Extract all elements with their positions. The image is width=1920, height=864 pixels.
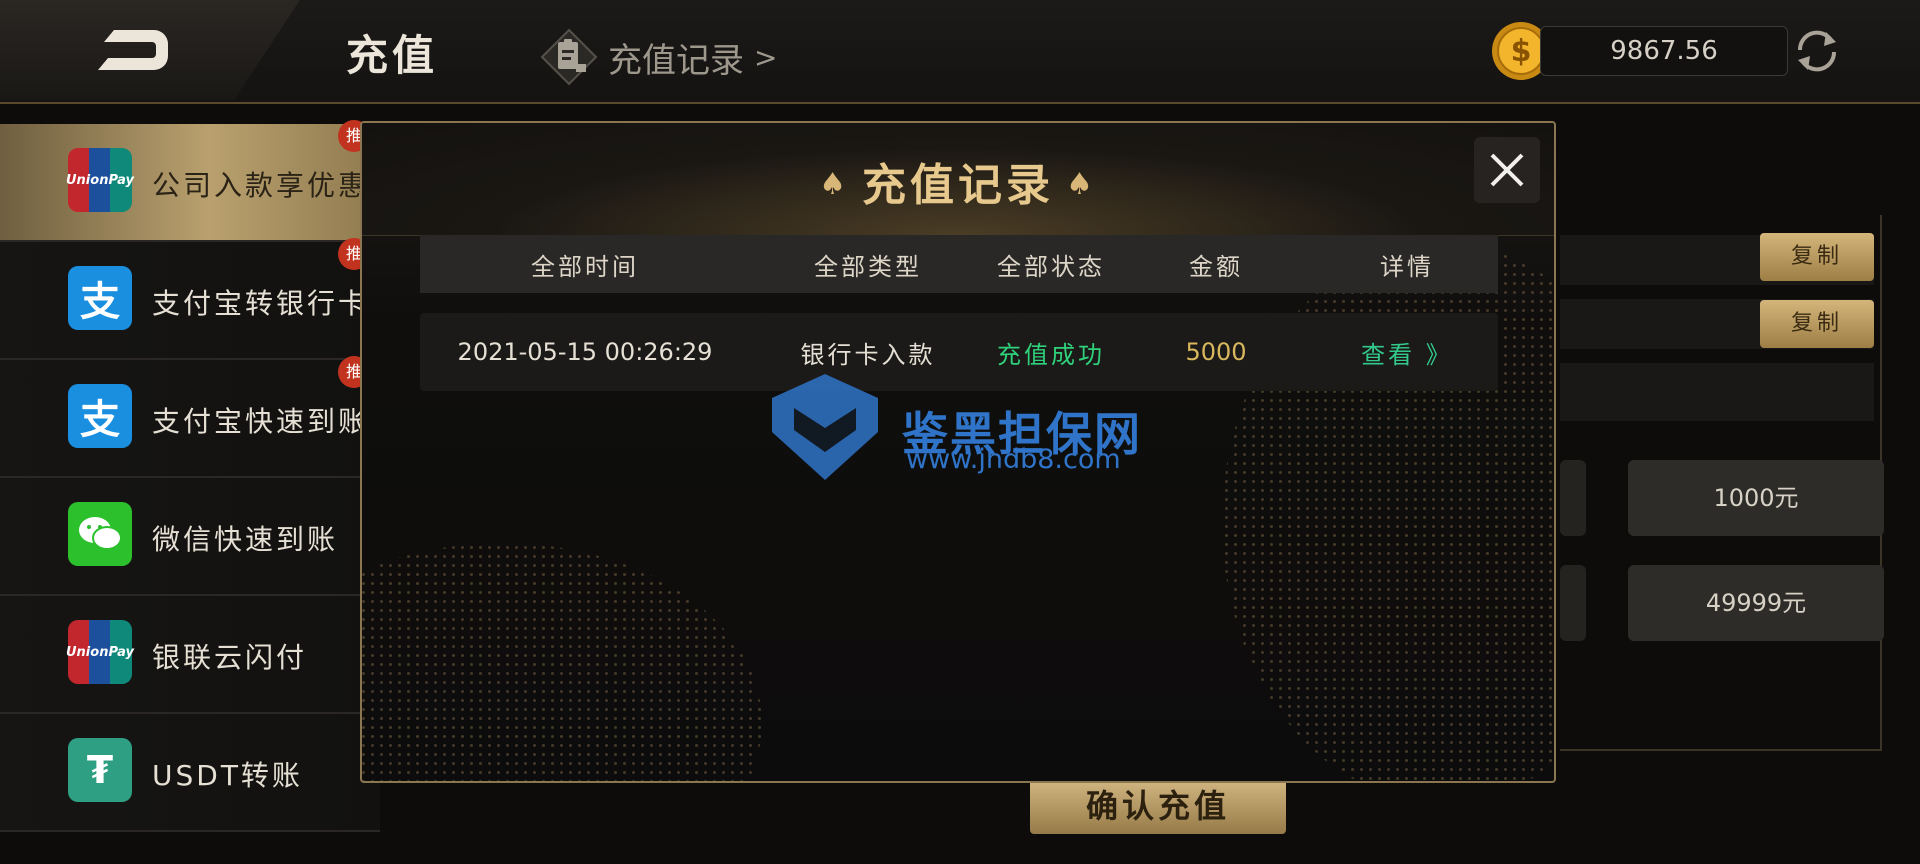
filter-type[interactable]: 全部类型 (750, 247, 986, 282)
back-icon[interactable] (92, 22, 174, 78)
amount-option[interactable] (1560, 565, 1586, 641)
close-button[interactable] (1474, 137, 1540, 203)
input-row[interactable] (1560, 363, 1874, 421)
table-row: 2021-05-15 00:26:29 银行卡入款 充值成功 5000 查看 》 (420, 313, 1498, 391)
svg-text:$: $ (1511, 34, 1532, 69)
dot-pattern-decoration (362, 543, 762, 781)
filter-time[interactable]: 全部时间 (420, 247, 750, 282)
record-type: 银行卡入款 (800, 340, 936, 369)
sidebar-item-label: 公司入款享优惠 (152, 169, 370, 202)
top-bar: 充值 充值记录 > $ 9867.56 (0, 0, 1920, 104)
amount-option-49999[interactable]: 49999元 (1628, 565, 1884, 641)
modal-title: 充值记录 (862, 160, 1054, 211)
copy-button[interactable]: 复制 (1760, 233, 1874, 281)
sidebar-item-label: 微信快速到账 (152, 523, 339, 556)
sidebar-item-unionpay-quickpass[interactable]: UnionPay 银联云闪付 (0, 596, 380, 714)
sidebar-item-alipay-bank[interactable]: 支 支付宝转银行卡 推 (0, 238, 380, 360)
sidebar-item-wechat-fast[interactable]: 微信快速到账 (0, 478, 380, 596)
payment-method-sidebar: UnionPay 公司入款享优惠 推 支 支付宝转银行卡 推 支 支付宝快速到账… (0, 120, 380, 864)
refresh-icon[interactable] (1790, 24, 1844, 78)
amount-option-1000[interactable]: 1000元 (1628, 460, 1884, 536)
wechat-icon (68, 502, 132, 566)
filter-status[interactable]: 全部状态 (986, 247, 1116, 282)
record-icon (540, 28, 598, 86)
record-time: 2021-05-15 00:26:29 (457, 338, 713, 366)
watermark-url: www.jhdb8.com (906, 444, 1121, 475)
unionpay-icon: UnionPay (66, 620, 134, 684)
watermark-logo-icon (772, 374, 878, 480)
tether-icon: ₮ (68, 738, 132, 802)
record-link-label: 充值记录 (608, 40, 744, 81)
column-amount: 金额 (1189, 252, 1243, 281)
unionpay-icon: UnionPay (66, 148, 134, 212)
recharge-record-link[interactable]: 充值记录 > (540, 28, 777, 86)
close-icon (1490, 153, 1524, 187)
page-title: 充值 (346, 31, 439, 80)
chevron-right-icon: > (754, 40, 778, 74)
balance-display: 9867.56 (1540, 26, 1788, 76)
confirm-recharge-button[interactable]: 确认充值 (1030, 778, 1286, 834)
column-detail: 详情 (1380, 252, 1434, 281)
spade-icon: ♠ (819, 167, 850, 202)
spade-icon: ♠ (1066, 167, 1097, 202)
view-detail-link[interactable]: 查看 》 (1316, 335, 1498, 370)
alipay-icon: 支 (68, 384, 132, 448)
table-header: 全部时间 全部类型 全部状态 金额 详情 (420, 235, 1498, 293)
sidebar-item-alipay-fast[interactable]: 支 支付宝快速到账 推 (0, 356, 380, 478)
modal-header: ♠ 充值记录 ♠ (362, 123, 1554, 236)
sidebar-item-label: 支付宝快速到账 (152, 405, 370, 438)
sidebar-item-label: 支付宝转银行卡 (152, 287, 370, 320)
sidebar-item-company-deposit[interactable]: UnionPay 公司入款享优惠 推 (0, 120, 380, 242)
copy-button[interactable]: 复制 (1760, 300, 1874, 348)
sidebar-item-usdt[interactable]: ₮ USDT转账 (0, 714, 380, 832)
record-amount: 5000 (1185, 338, 1247, 366)
amount-option[interactable] (1560, 460, 1586, 536)
sidebar-item-label: 银联云闪付 (152, 641, 308, 674)
record-status: 充值成功 (997, 340, 1105, 369)
alipay-icon: 支 (68, 266, 132, 330)
sidebar-item-label: USDT转账 (152, 759, 303, 792)
